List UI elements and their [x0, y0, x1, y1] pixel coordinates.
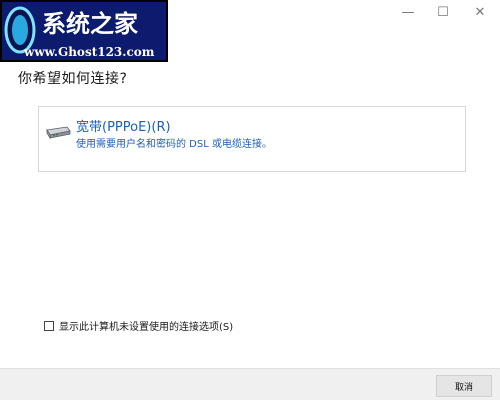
connection-wizard-window: 系统之家 www.Ghost123.com — ☐ ✕ 你希望如何连接? 宽带(… [0, 0, 500, 400]
watermark-logo-graphic: 系统之家 www.Ghost123.com [4, 6, 155, 59]
show-unused-options-row[interactable]: 显示此计算机未设置使用的连接选项(S) [44, 318, 233, 333]
footer-bar: 取消 [0, 368, 500, 400]
modem-icon [46, 126, 71, 139]
show-unused-options-checkbox[interactable] [44, 320, 54, 331]
option-description: 使用需要用户名和密码的 DSL 或电缆连接。 [76, 139, 272, 150]
option-title: 宽带(PPPoE)(R) [76, 120, 171, 135]
watermark-logo: 系统之家 www.Ghost123.com [0, 0, 168, 62]
page-question: 你希望如何连接? [18, 71, 128, 87]
maximize-button[interactable]: ☐ [428, 2, 458, 22]
watermark-title: 系统之家 [42, 9, 138, 38]
minimize-button[interactable]: — [393, 2, 423, 22]
watermark-url: www.Ghost123.com [23, 45, 155, 59]
close-button[interactable]: ✕ [465, 2, 495, 22]
cancel-button[interactable]: 取消 [436, 375, 492, 397]
option-broadband-pppoe[interactable]: 宽带(PPPoE)(R) 使用需要用户名和密码的 DSL 或电缆连接。 [38, 106, 466, 172]
show-unused-options-label: 显示此计算机未设置使用的连接选项(S) [59, 322, 234, 333]
